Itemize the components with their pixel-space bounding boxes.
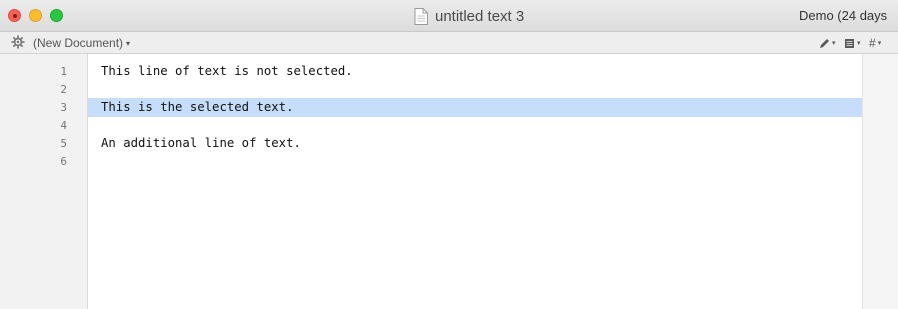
navigation-tool-button[interactable]: # ▾ (869, 36, 881, 50)
document-menu-label: (New Document) (33, 36, 124, 50)
pencil-icon (820, 38, 829, 48)
document-tool-button[interactable]: ▾ (844, 36, 861, 50)
markup-tool-button[interactable]: ▾ (819, 36, 836, 50)
chevron-down-icon: ▾ (126, 39, 131, 48)
line-number: 2 (60, 83, 67, 96)
line-number: 1 (60, 65, 67, 78)
editor-toolbar: (New Document) ▾ ▾ ▾ # ▾ (0, 32, 898, 54)
chevron-down-icon: ▾ (877, 40, 882, 47)
left-margin (0, 54, 7, 309)
chevron-down-icon: ▾ (832, 40, 836, 47)
selected-text-line[interactable]: This is the selected text. (101, 99, 294, 116)
editor-window: untitled text 3 Demo (24 days (New Docum… (0, 0, 898, 309)
line-number: 6 (60, 155, 67, 168)
text-line[interactable]: This line of text is not selected. (101, 63, 353, 80)
minimize-window-button[interactable] (29, 9, 42, 22)
gear-icon[interactable] (11, 35, 25, 49)
demo-status-label: Demo (24 days (799, 8, 888, 23)
hash-icon: # (869, 36, 876, 50)
document-icon (414, 7, 428, 25)
window-title: untitled text 3 (435, 7, 525, 25)
line-number: 4 (60, 119, 67, 132)
line-number: 3 (60, 101, 67, 114)
document-icon (845, 38, 854, 48)
line-number: 5 (60, 137, 67, 150)
zoom-window-button[interactable] (50, 9, 63, 22)
title-bar[interactable]: untitled text 3 Demo (24 days (0, 0, 898, 32)
line-number-gutter: 1 2 3 4 5 6 (7, 54, 88, 309)
close-window-button[interactable] (8, 9, 21, 22)
document-menu[interactable]: (New Document) ▾ (33, 36, 130, 50)
chevron-down-icon: ▾ (857, 40, 861, 47)
window-title-group: untitled text 3 (414, 6, 524, 26)
text-line[interactable]: An additional line of text. (101, 135, 301, 152)
right-margin (862, 54, 898, 309)
